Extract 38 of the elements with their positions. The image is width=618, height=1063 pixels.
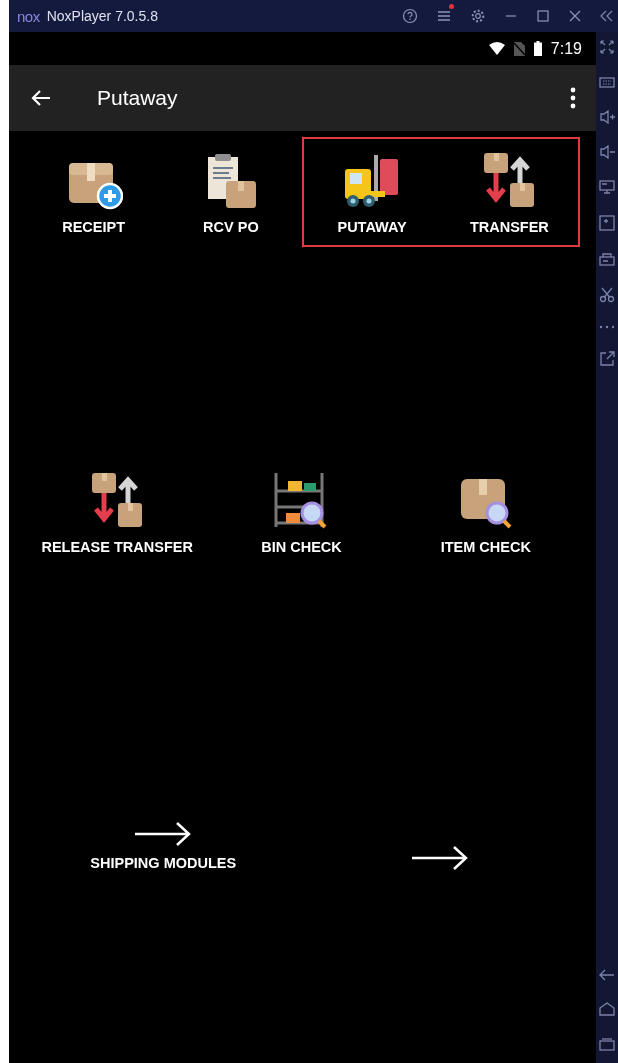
external-link-icon[interactable] xyxy=(599,351,615,367)
recent-apps-icon[interactable] xyxy=(599,1037,615,1051)
fullscreen-icon[interactable] xyxy=(600,40,614,54)
module-tile[interactable]: PUTAWAY xyxy=(303,139,441,245)
right-arrow-icon xyxy=(134,821,193,847)
keyboard-icon[interactable] xyxy=(599,75,615,89)
app-logo: nox xyxy=(17,7,40,25)
battery-icon xyxy=(533,41,542,56)
right-arrow-icon xyxy=(410,845,469,871)
clock-time: 7:19 xyxy=(550,39,582,58)
window-title: NoxPlayer 7.0.5.8 xyxy=(46,8,158,24)
module-tile[interactable]: TRANSFER xyxy=(440,139,578,245)
volume-up-icon[interactable] xyxy=(599,110,615,124)
printer-icon[interactable] xyxy=(599,252,615,266)
no-sim-icon xyxy=(513,41,525,56)
home-icon[interactable] xyxy=(599,1002,615,1016)
monitor-icon[interactable] xyxy=(599,180,615,194)
screen-title: Putaway xyxy=(97,86,178,110)
settings-icon[interactable] xyxy=(470,8,486,24)
add-app-icon[interactable] xyxy=(599,215,615,231)
more-options-icon[interactable] xyxy=(570,87,576,109)
volume-down-icon[interactable] xyxy=(599,145,615,159)
menu-icon[interactable] xyxy=(436,9,452,23)
back-icon[interactable] xyxy=(599,969,615,981)
module-tile[interactable]: RCV PO xyxy=(162,139,300,245)
more-icon[interactable] xyxy=(599,324,615,330)
module-tile[interactable]: ITEM CHECK xyxy=(393,459,578,565)
scissors-icon[interactable] xyxy=(599,287,615,303)
module-tile[interactable]: RECEIPT xyxy=(25,139,163,245)
maximize-icon[interactable] xyxy=(536,9,550,23)
wifi-icon xyxy=(488,42,505,55)
module-tile[interactable]: SHIPPING MODULES xyxy=(25,809,302,881)
close-icon[interactable] xyxy=(568,9,582,23)
back-arrow-icon[interactable] xyxy=(31,89,51,107)
collapse-icon[interactable] xyxy=(600,10,614,22)
module-tile[interactable]: RELEASE TRANSFER xyxy=(25,459,210,565)
help-icon[interactable] xyxy=(402,8,418,24)
module-tile[interactable]: BIN CHECK xyxy=(209,459,394,565)
